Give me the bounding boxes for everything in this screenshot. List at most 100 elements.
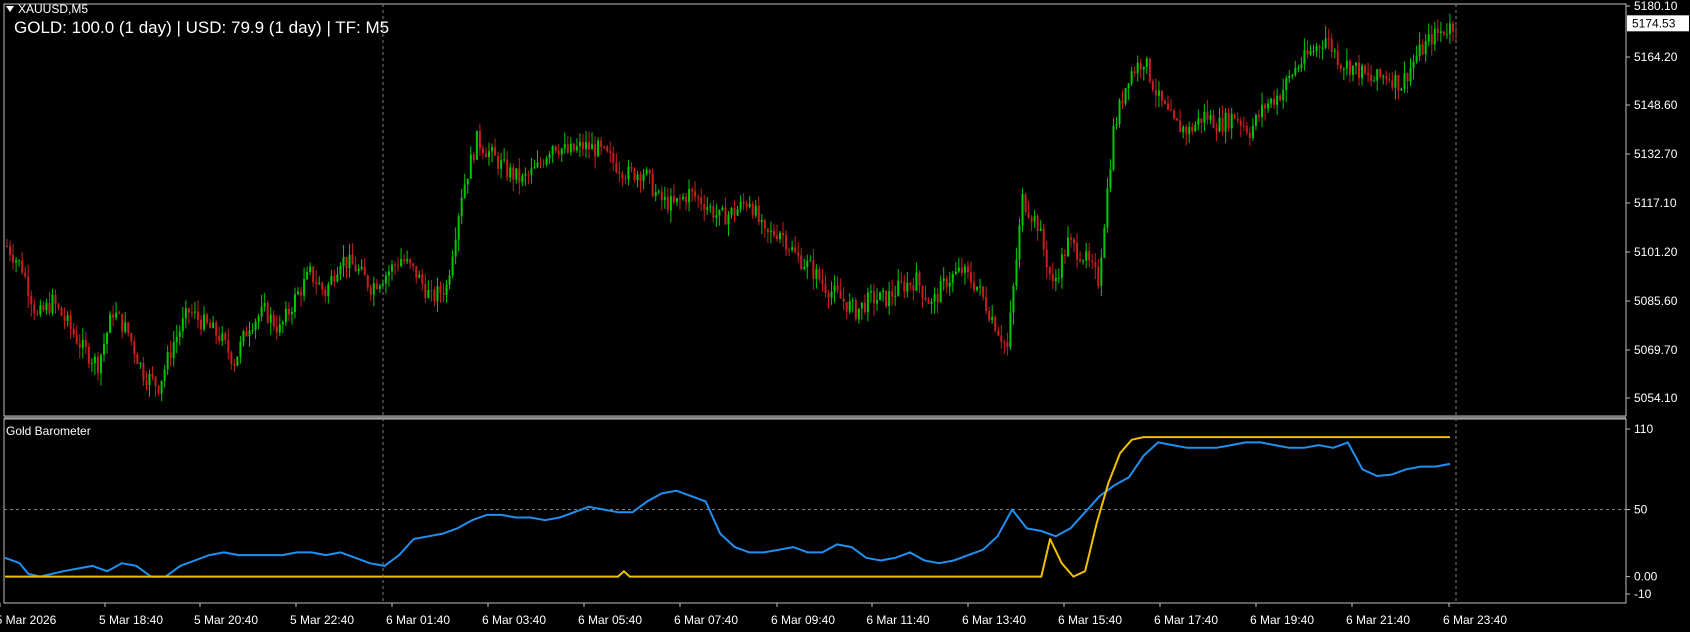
- candle-bull: [18, 260, 21, 262]
- candle-bear: [494, 147, 497, 156]
- candle-bear: [1273, 98, 1276, 105]
- candle-bull: [1373, 80, 1376, 82]
- candle-bear: [775, 235, 778, 239]
- candle-bull: [551, 146, 554, 155]
- candle-bull: [833, 285, 836, 292]
- candle-bull: [1312, 50, 1315, 52]
- candle-bear: [1154, 90, 1157, 96]
- candle-bear: [891, 291, 894, 297]
- symbol-label[interactable]: XAUUSD,M5: [6, 2, 88, 16]
- candle-bull: [306, 272, 309, 280]
- candle-bull: [1157, 90, 1160, 96]
- candle-bear: [927, 299, 930, 304]
- candle-bear: [424, 283, 427, 298]
- candle-bear: [1148, 58, 1151, 82]
- candle-bear: [1133, 71, 1136, 74]
- candle-bear: [397, 265, 400, 267]
- dropdown-triangle-icon[interactable]: [6, 6, 14, 12]
- candle-bear: [1212, 115, 1215, 129]
- candle-bull: [524, 174, 527, 176]
- candle-bull: [1033, 216, 1036, 222]
- candle-bear: [785, 235, 788, 250]
- time-tick-label: 5 Mar 22:40: [290, 613, 354, 627]
- candle-bull: [203, 314, 206, 330]
- candle-bear: [315, 282, 318, 285]
- candle-bear: [1151, 81, 1154, 91]
- candle-bull: [348, 254, 351, 269]
- candle-bear: [409, 259, 412, 264]
- candle-bear: [312, 266, 315, 283]
- candle-bear: [78, 343, 81, 348]
- candle-bull: [915, 272, 918, 291]
- candles: [6, 13, 1457, 402]
- candle-bear: [1430, 34, 1433, 45]
- candle-bull: [1361, 65, 1364, 79]
- candle-bull: [166, 352, 169, 370]
- candle-bear: [1339, 65, 1342, 69]
- candle-bear: [624, 178, 627, 180]
- time-tick-label: 5 Mar 20:40: [194, 613, 258, 627]
- candle-bull: [1345, 60, 1348, 69]
- candle-bear: [69, 315, 72, 329]
- candle-bear: [982, 286, 985, 298]
- candle-bull: [727, 214, 730, 225]
- candle-bear: [287, 308, 290, 315]
- candle-bull: [1376, 69, 1379, 81]
- candle-bear: [63, 315, 66, 321]
- candle-bull: [779, 233, 782, 239]
- candle-bull: [297, 291, 300, 295]
- candle-bear: [1442, 31, 1445, 35]
- candle-bear: [1436, 28, 1439, 34]
- candle-bear: [230, 352, 233, 364]
- candle-bear: [1006, 342, 1009, 347]
- candle-bull: [1203, 111, 1206, 123]
- candle-bull: [933, 294, 936, 302]
- candle-bull: [948, 282, 951, 287]
- candle-bull: [1439, 31, 1442, 34]
- candle-bull: [451, 256, 454, 276]
- candle-bear: [733, 208, 736, 216]
- time-tick-label: 6 Mar 03:40: [482, 613, 546, 627]
- candle-bear: [1121, 100, 1124, 104]
- candle-bear: [196, 311, 199, 320]
- candle-bull: [81, 339, 84, 348]
- candle-bull: [739, 201, 742, 210]
- candle-bear: [603, 146, 606, 148]
- candle-bull: [1282, 89, 1285, 101]
- candle-bull: [184, 308, 187, 319]
- candle-bear: [542, 163, 545, 165]
- candle-bear: [1000, 335, 1003, 342]
- candle-bull: [491, 147, 494, 152]
- candle-bear: [672, 196, 675, 203]
- candle-bull: [1251, 125, 1254, 138]
- candle-bull: [172, 342, 175, 359]
- candle-bull: [642, 173, 645, 182]
- candle-bear: [1079, 259, 1082, 262]
- candle-bear: [1200, 118, 1203, 123]
- candle-bull: [715, 215, 718, 218]
- candle-bull: [939, 281, 942, 303]
- candle-bull: [1224, 112, 1227, 132]
- candle-bear: [557, 151, 560, 155]
- candle-bear: [266, 302, 269, 323]
- candle-bull: [1433, 28, 1436, 45]
- candle-bear: [712, 206, 715, 218]
- candle-bull: [809, 260, 812, 262]
- candle-bear: [354, 264, 357, 272]
- candle-bear: [527, 174, 530, 176]
- candle-bear: [863, 302, 866, 313]
- candle-bear: [836, 285, 839, 291]
- candle-bull: [454, 239, 457, 257]
- candle-bull: [636, 174, 639, 181]
- candle-bull: [318, 282, 321, 285]
- candle-bull: [942, 278, 945, 282]
- candle-bear: [54, 294, 57, 305]
- candle-bull: [1039, 228, 1042, 231]
- candle-bull: [242, 331, 245, 342]
- candle-bull: [979, 286, 982, 288]
- candle-bull: [1182, 126, 1185, 133]
- candle-bull: [754, 205, 757, 216]
- candle-bull: [681, 196, 684, 199]
- candle-bear: [1070, 237, 1073, 240]
- price-panel-border: [3, 3, 1627, 417]
